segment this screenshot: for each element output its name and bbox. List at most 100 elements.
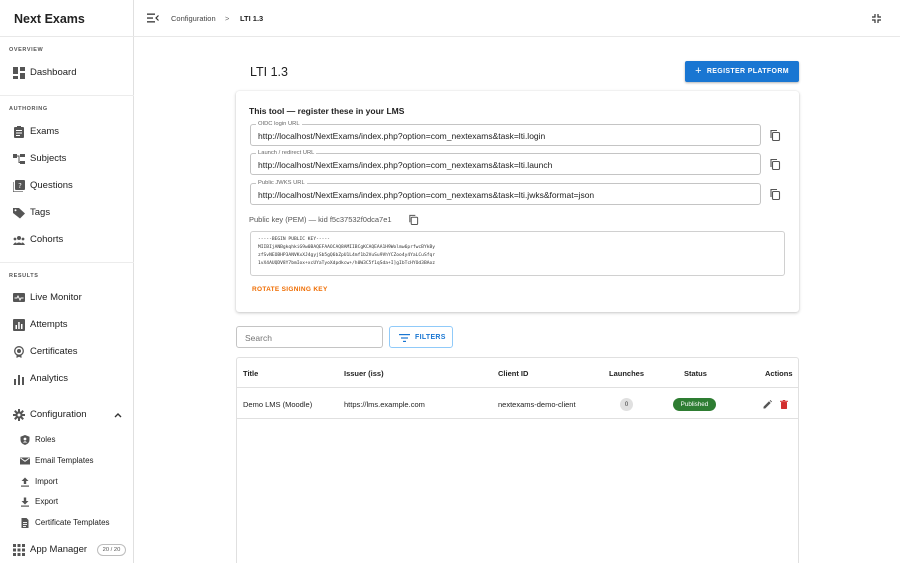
svg-text:?: ? <box>18 182 22 190</box>
download-icon <box>21 497 29 507</box>
chart-icon <box>14 375 24 385</box>
public-jwks-url-field[interactable]: Public JWKS URL http://localhost/NextExa… <box>250 179 761 205</box>
sidebar-item-label: Roles <box>35 435 56 444</box>
section-overview: OVERVIEW <box>9 47 44 53</box>
filter-icon <box>399 334 410 342</box>
exit-fullscreen-icon[interactable] <box>872 14 881 23</box>
field-label: Launch / redirect URL <box>256 149 317 157</box>
sidebar-item-label: Analytics <box>30 373 69 384</box>
edit-icon[interactable] <box>763 400 772 409</box>
app-manager-count-badge: 20 / 20 <box>97 544 126 556</box>
launches-count-chip: 0 <box>620 398 633 411</box>
sidebar-item-export[interactable]: Export <box>0 492 134 512</box>
public-key-label: Public key (PEM) — kid f5c37532f0dca7e1 <box>249 215 392 224</box>
sidebar-item-subjects[interactable]: Subjects <box>0 147 134 171</box>
column-header-client-id[interactable]: Client ID <box>498 369 528 378</box>
sidebar-item-configuration[interactable]: Configuration <box>0 403 134 427</box>
cell-client-id: nextexams-demo-client <box>498 400 576 409</box>
section-authoring: AUTHORING <box>9 106 48 112</box>
tool-card-title: This tool — register these in your LMS <box>249 106 405 116</box>
sidebar-item-import[interactable]: Import <box>0 472 134 492</box>
tag-icon <box>13 208 25 219</box>
breadcrumb-current: LTI 1.3 <box>240 14 264 23</box>
delete-icon[interactable] <box>780 400 788 409</box>
sidebar-item-label: Import <box>35 477 58 486</box>
top-bar: Configuration > LTI 1.3 <box>134 0 900 37</box>
copy-icon[interactable] <box>769 188 781 200</box>
filters-button[interactable]: FILTERS <box>389 326 453 348</box>
filters-label: FILTERS <box>415 334 446 341</box>
quiz-icon: ? <box>13 180 25 192</box>
register-platform-label: REGISTER PLATFORM <box>706 68 789 75</box>
column-header-issuer[interactable]: Issuer (iss) <box>344 369 384 378</box>
sidebar-item-dashboard[interactable]: Dashboard <box>0 61 134 85</box>
field-value[interactable]: http://localhost/NextExams/index.php?opt… <box>258 160 552 170</box>
sidebar-item-label: Export <box>35 497 59 506</box>
column-header-actions: Actions <box>765 369 793 378</box>
sidebar-item-roles[interactable]: Roles <box>0 430 134 450</box>
status-badge: Published <box>673 398 716 411</box>
pem-line: zfSvNEOBHP3ANVKxXJ4gyjSb5gQ6bZpU1L4mf1b2… <box>258 253 436 258</box>
bar-report-icon <box>13 319 25 331</box>
sidebar-item-exams[interactable]: Exams <box>0 120 134 144</box>
sidebar-item-label: Cohorts <box>30 234 64 245</box>
sidebar-item-label: Tags <box>30 207 51 218</box>
search-placeholder: Search <box>245 333 272 343</box>
sidebar-item-label: Live Monitor <box>30 292 82 303</box>
sidebar-item-label: Email Templates <box>35 456 94 465</box>
search-input[interactable]: Search <box>236 326 383 348</box>
sidebar-item-label: Dashboard <box>30 67 77 78</box>
divider <box>237 418 798 419</box>
register-platform-button[interactable]: + REGISTER PLATFORM <box>685 61 799 82</box>
sidebar-item-certificates[interactable]: Certificates <box>0 340 134 364</box>
mail-icon <box>20 457 30 465</box>
sidebar-item-label: Certificates <box>30 346 78 357</box>
sidebar-item-label: Attempts <box>30 319 68 330</box>
divider <box>0 95 134 96</box>
copy-icon[interactable] <box>408 214 419 225</box>
sidebar-item-label: Certificate Templates <box>35 518 110 527</box>
divider <box>0 262 134 263</box>
sidebar-item-label: Exams <box>30 126 60 137</box>
cell-issuer: https://lms.example.com <box>344 400 425 409</box>
column-header-status[interactable]: Status <box>684 369 707 378</box>
breadcrumb-configuration[interactable]: Configuration <box>171 14 216 23</box>
sidebar-item-cohorts[interactable]: Cohorts <box>0 228 134 252</box>
sidebar-item-certificate-templates[interactable]: Certificate Templates <box>0 513 134 533</box>
document-icon <box>21 518 29 528</box>
upload-icon <box>21 477 29 487</box>
sidebar-item-live-monitor[interactable]: Live Monitor <box>0 286 134 310</box>
badge-icon <box>14 346 24 358</box>
copy-icon[interactable] <box>769 158 781 170</box>
monitor-icon <box>13 293 25 302</box>
launch-redirect-url-field[interactable]: Launch / redirect URL http://localhost/N… <box>250 149 761 175</box>
field-label: Public JWKS URL <box>256 179 307 187</box>
pem-line: -----BEGIN PUBLIC KEY----- <box>258 237 330 242</box>
hierarchy-icon <box>13 154 25 164</box>
menu-collapse-icon[interactable] <box>147 13 159 23</box>
pem-line: MIIBIjANBgkqhkiG9w0BAQEFAAOCAQ8AMIIBCgKC… <box>258 245 436 250</box>
cell-title: Demo LMS (Moodle) <box>243 400 313 409</box>
breadcrumb-separator: > <box>225 14 230 23</box>
sidebar: Next Exams OVERVIEW Dashboard AUTHORING … <box>0 0 134 563</box>
chevron-up-icon[interactable] <box>114 412 122 418</box>
sidebar-item-label: Subjects <box>30 153 67 164</box>
copy-icon[interactable] <box>769 129 781 141</box>
column-header-title[interactable]: Title <box>243 369 258 378</box>
oidc-login-url-field[interactable]: OIDC login URL http://localhost/NextExam… <box>250 120 761 146</box>
rotate-signing-key-button[interactable]: ROTATE SIGNING KEY <box>252 286 328 293</box>
field-value[interactable]: http://localhost/NextExams/index.php?opt… <box>258 131 545 141</box>
sidebar-item-label: App Manager <box>30 544 88 555</box>
field-value[interactable]: http://localhost/NextExams/index.php?opt… <box>258 190 594 200</box>
field-label: OIDC login URL <box>256 120 302 128</box>
divider <box>237 387 798 388</box>
column-header-launches[interactable]: Launches <box>609 369 644 378</box>
pem-line: 1vX4AUQDV8Y7bmIox+xcUYaTyoXdpdkcw+/h0W3C… <box>258 261 436 266</box>
sidebar-item-questions[interactable]: ? Questions <box>0 174 134 198</box>
sidebar-item-email-templates[interactable]: Email Templates <box>0 451 134 471</box>
sidebar-item-analytics[interactable]: Analytics <box>0 367 134 391</box>
sidebar-item-attempts[interactable]: Attempts <box>0 313 134 337</box>
divider <box>0 36 134 37</box>
clipboard-icon <box>14 126 24 138</box>
sidebar-item-tags[interactable]: Tags <box>0 201 134 225</box>
